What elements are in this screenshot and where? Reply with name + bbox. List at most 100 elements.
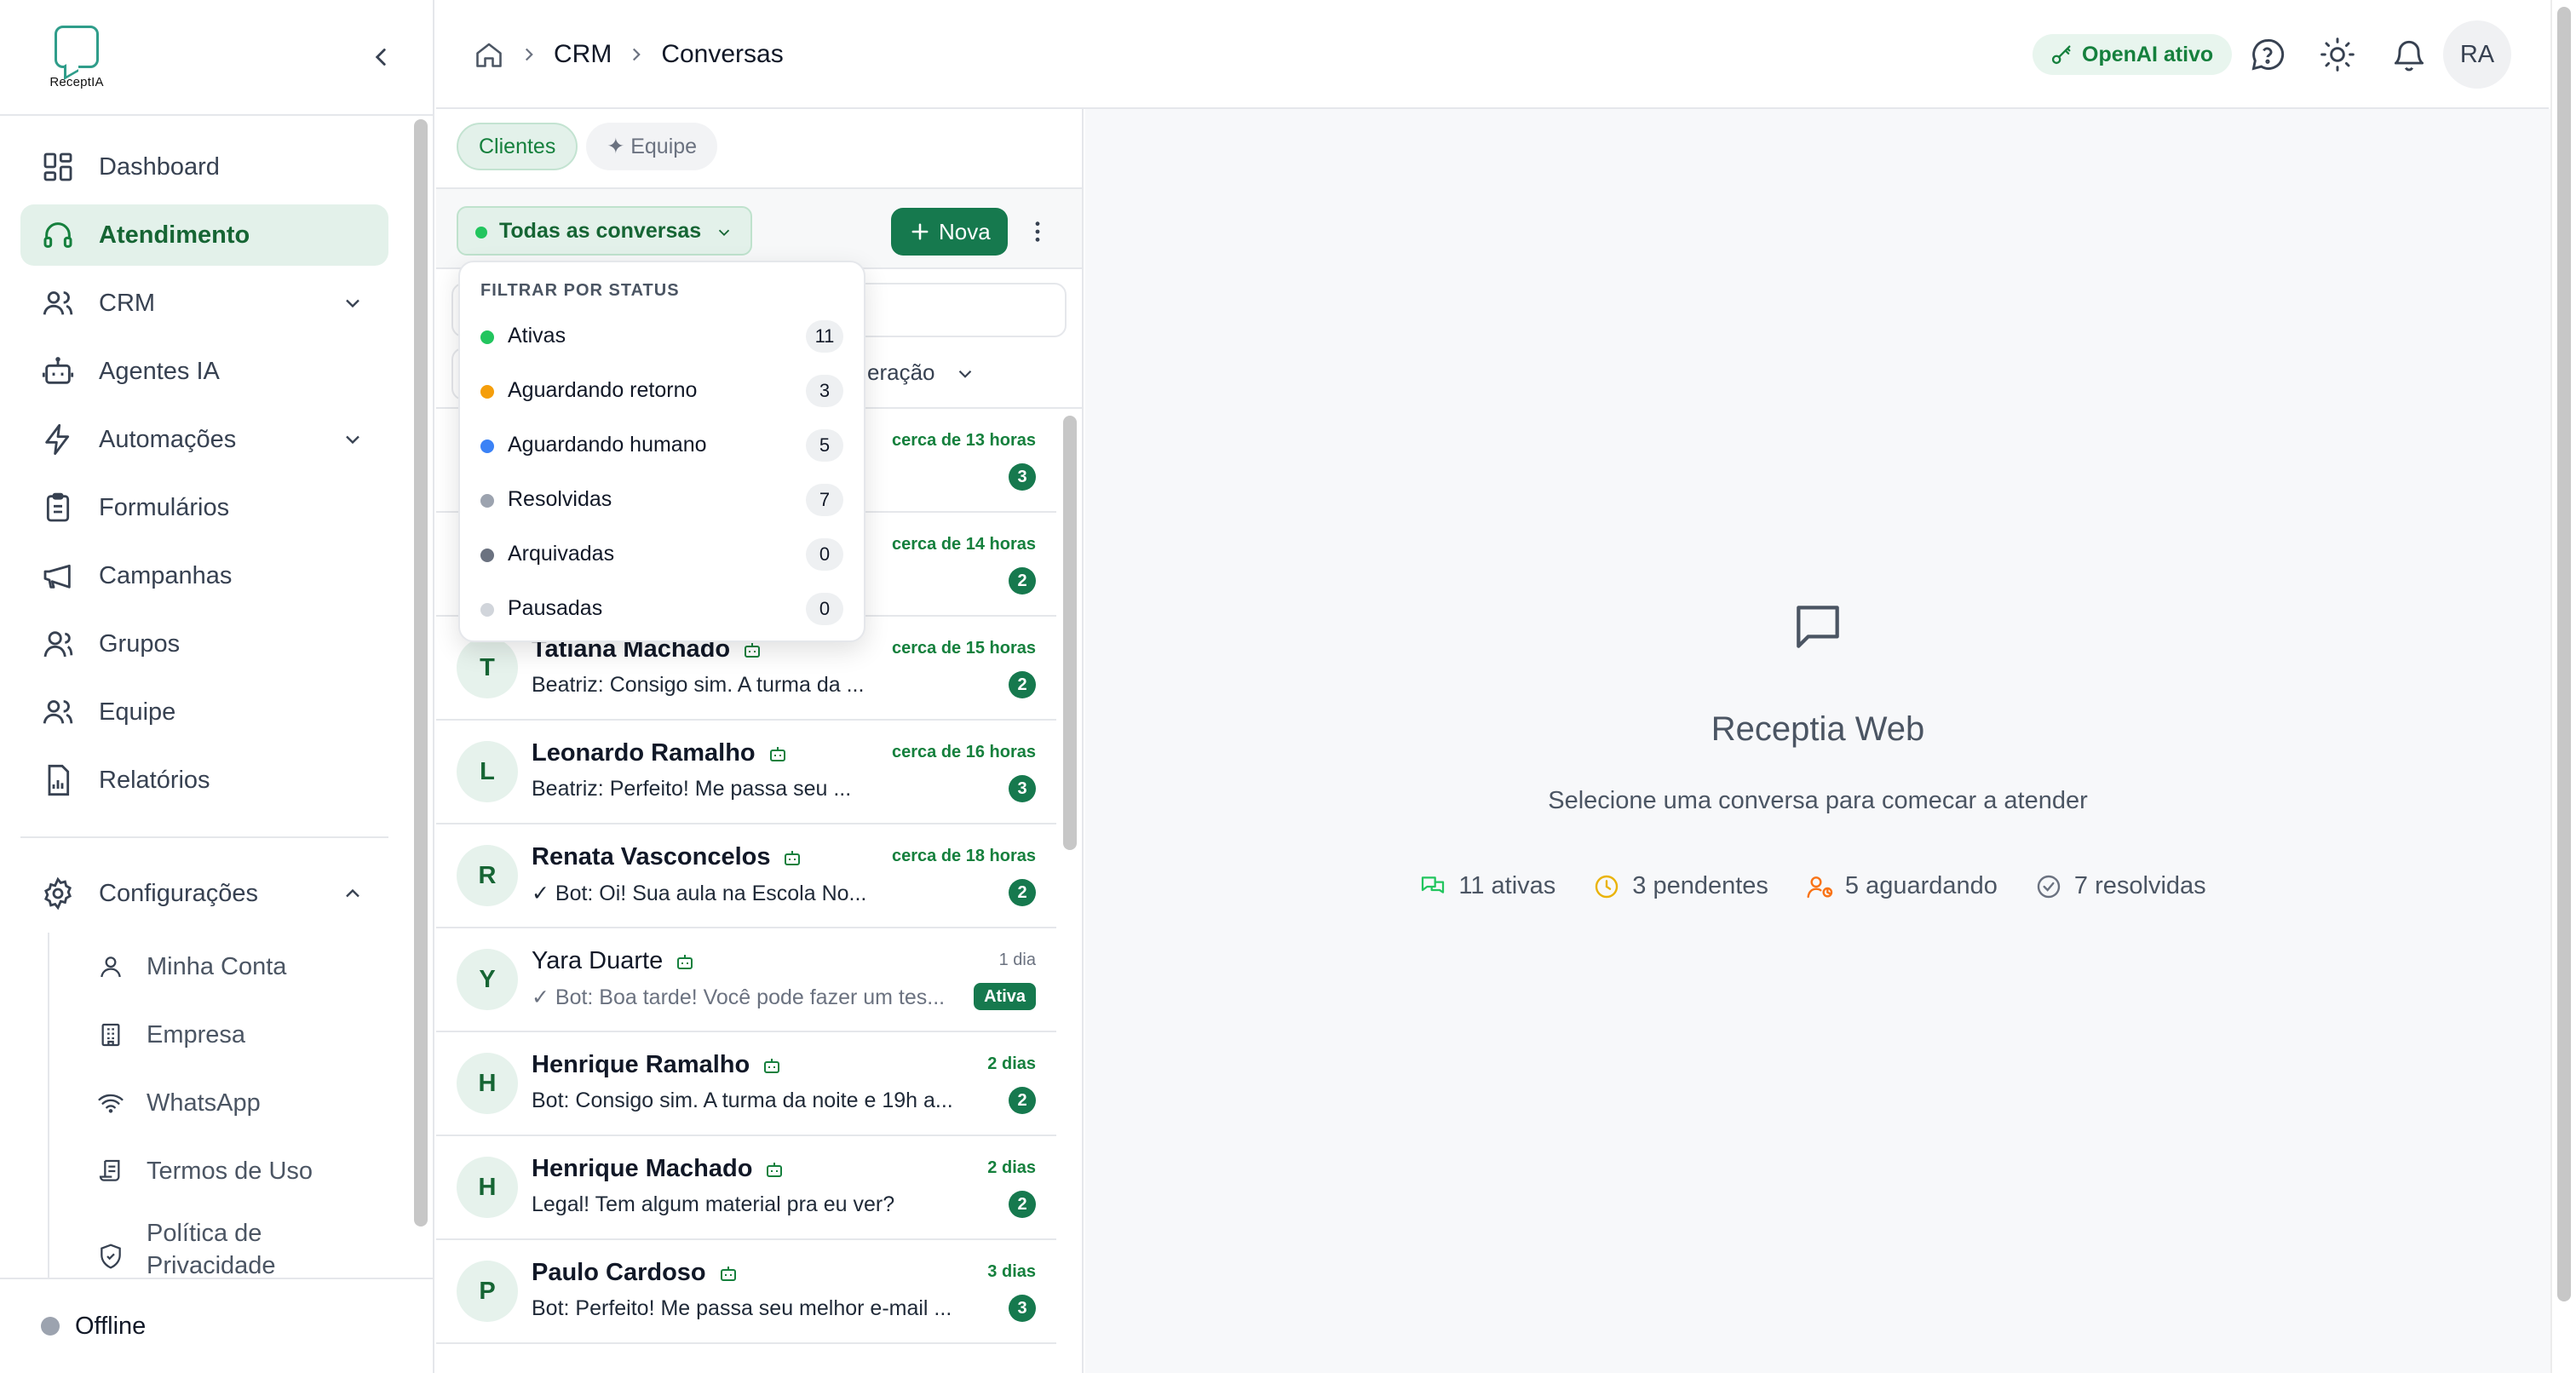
bot-icon <box>764 1159 785 1180</box>
unread-count-badge: 2 <box>1009 1087 1036 1114</box>
submenu-item-empresa[interactable]: Empresa <box>49 1001 388 1069</box>
submenu-item-label: Minha Conta <box>147 953 287 980</box>
stat-label: 11 ativas <box>1458 872 1556 899</box>
scroll-icon <box>97 1158 124 1185</box>
chevron-up-icon[interactable] <box>341 882 365 905</box>
last-message: Beatriz: Perfeito! Me passa seu ... <box>532 777 852 801</box>
sidebar-item-agentes-ia[interactable]: Agentes IA <box>20 341 388 402</box>
sidebar-divider <box>20 836 388 838</box>
breadcrumb-crm[interactable]: CRM <box>554 40 612 69</box>
contact-name: Henrique Ramalho <box>532 1051 782 1079</box>
menu-item-label: Pausadas <box>508 596 603 620</box>
shield-icon <box>97 1243 124 1270</box>
sidebar-item-automacoes[interactable]: Automações <box>20 409 388 470</box>
contact-name: Leonardo Ramalho <box>532 739 788 767</box>
sidebar-item-crm[interactable]: CRM <box>20 273 388 334</box>
avatar[interactable]: RA <box>2443 20 2511 89</box>
sidebar-item-equipe[interactable]: Equipe <box>20 681 388 743</box>
conversation-detail-empty: Receptia Web Selecione uma conversa para… <box>1085 109 2550 1373</box>
message-square-icon <box>1789 598 1847 656</box>
submenu-item-minha-conta[interactable]: Minha Conta <box>49 933 388 1001</box>
home-icon[interactable] <box>474 39 504 70</box>
help-chat-icon[interactable] <box>2249 36 2286 73</box>
avatar: Y <box>457 949 518 1010</box>
conversation-time: cerca de 16 horas <box>892 743 1036 761</box>
menu-item-pausadas[interactable]: Pausadas 0 <box>460 581 864 635</box>
theme-sun-icon[interactable] <box>2319 36 2356 73</box>
sidebar-item-label: Configurações <box>99 879 258 907</box>
avatar: P <box>457 1261 518 1322</box>
submenu-item-label: Política de Privacidade <box>147 1220 276 1279</box>
conversation-time: cerca de 13 horas <box>892 431 1036 450</box>
new-conversation-label: Nova <box>939 218 991 244</box>
chevron-down-icon[interactable] <box>341 428 365 451</box>
menu-item-aguardando-retorno[interactable]: Aguardando retorno 3 <box>460 363 864 417</box>
conversation-row[interactable]: Y Yara Duarte ✓ Bot: Boa tarde! Você pod… <box>436 928 1056 1032</box>
conversation-row[interactable]: R Renata Vasconcelos ✓ Bot: Oi! Sua aula… <box>436 824 1056 928</box>
menu-item-label: Aguardando humano <box>508 433 707 457</box>
sidebar-item-configuracoes[interactable]: Configurações <box>20 863 388 924</box>
gear-icon <box>41 876 75 911</box>
sidebar-scrollbar[interactable] <box>414 119 428 1227</box>
sidebar-item-formularios[interactable]: Formulários <box>20 477 388 538</box>
menu-item-aguardando-humano[interactable]: Aguardando humano 5 <box>460 417 864 472</box>
sidebar-settings: Configurações <box>20 863 388 931</box>
count-badge: 7 <box>806 484 843 516</box>
status-filter-dropdown[interactable]: Todas as conversas <box>457 206 753 256</box>
sidebar-item-dashboard[interactable]: Dashboard <box>20 136 388 198</box>
new-conversation-button[interactable]: Nova <box>891 208 1008 256</box>
sort-select-label[interactable]: eração <box>867 359 935 386</box>
empty-state-title: Receptia Web <box>1711 710 1925 748</box>
chevron-down-icon[interactable] <box>954 363 976 385</box>
submenu-item-whatsapp[interactable]: WhatsApp <box>49 1069 388 1137</box>
bot-icon <box>782 847 802 868</box>
wifi-icon <box>97 1089 124 1117</box>
sidebar-item-atendimento[interactable]: Atendimento <box>20 204 388 266</box>
presence-status[interactable]: Offline <box>0 1278 433 1373</box>
brain-logo-icon <box>55 26 99 68</box>
tab-equipe[interactable]: ✦ Equipe <box>586 123 718 170</box>
logo[interactable]: ReceptIA <box>44 26 109 89</box>
openai-status-label: OpenAI ativo <box>2082 42 2214 66</box>
sidebar-item-campanhas[interactable]: Campanhas <box>20 545 388 606</box>
more-options-icon[interactable] <box>1024 216 1051 247</box>
breadcrumb-conversas: Conversas <box>661 40 784 68</box>
status-filter-label: Todas as conversas <box>499 218 702 243</box>
sidebar-item-grupos[interactable]: Grupos <box>20 613 388 675</box>
bot-icon <box>718 1263 739 1284</box>
sidebar-item-label: Automações <box>99 425 237 453</box>
page-scrollbar[interactable] <box>2550 0 2576 1373</box>
menu-item-label: Ativas <box>508 324 566 348</box>
collapse-sidebar-icon[interactable] <box>366 43 395 72</box>
avatar: T <box>457 637 518 698</box>
menu-item-arquivadas[interactable]: Arquivadas 0 <box>460 526 864 581</box>
conversation-row[interactable]: L Leonardo Ramalho Beatriz: Perfeito! Me… <box>436 721 1056 824</box>
unread-count-badge: 3 <box>1009 775 1036 802</box>
conversation-time: 1 dia <box>998 951 1036 969</box>
stat-ativas: 11 ativas <box>1419 872 1555 900</box>
openai-status-badge[interactable]: OpenAI ativo <box>2033 34 2233 75</box>
menu-item-resolvidas[interactable]: Resolvidas 7 <box>460 472 864 526</box>
stat-label: 7 resolvidas <box>2073 872 2206 899</box>
conversation-row[interactable]: H Henrique Ramalho Bot: Consigo sim. A t… <box>436 1032 1056 1136</box>
conversation-row[interactable]: H Henrique Machado Legal! Tem algum mate… <box>436 1136 1056 1240</box>
conversation-row[interactable]: P Paulo Cardoso Bot: Perfeito! Me passa … <box>436 1240 1056 1344</box>
tab-clientes[interactable]: Clientes <box>457 123 578 170</box>
last-message: ✓ Bot: Boa tarde! Você pode fazer um tes… <box>532 985 946 1009</box>
contact-name-text: Renata Vasconcelos <box>532 843 771 870</box>
chevron-down-icon[interactable] <box>341 291 365 315</box>
bot-icon <box>768 744 788 764</box>
page-scrollbar-thumb[interactable] <box>2557 7 2571 1301</box>
stat-resolvidas: 7 resolvidas <box>2035 872 2206 900</box>
unread-count-badge: 3 <box>1009 1295 1036 1322</box>
menu-item-ativas[interactable]: Ativas 11 <box>460 308 864 363</box>
bell-icon[interactable] <box>2390 36 2428 73</box>
contact-name: Yara Duarte <box>532 947 695 975</box>
last-message: Beatriz: Consigo sim. A turma da ... <box>532 673 865 697</box>
avatar: H <box>457 1157 518 1218</box>
list-scrollbar[interactable] <box>1063 416 1077 850</box>
status-dot-icon <box>480 330 494 344</box>
sidebar-item-relatorios[interactable]: Relatórios <box>20 750 388 811</box>
sidebar-item-label: Relatórios <box>99 766 210 794</box>
submenu-item-termos[interactable]: Termos de Uso <box>49 1137 388 1205</box>
